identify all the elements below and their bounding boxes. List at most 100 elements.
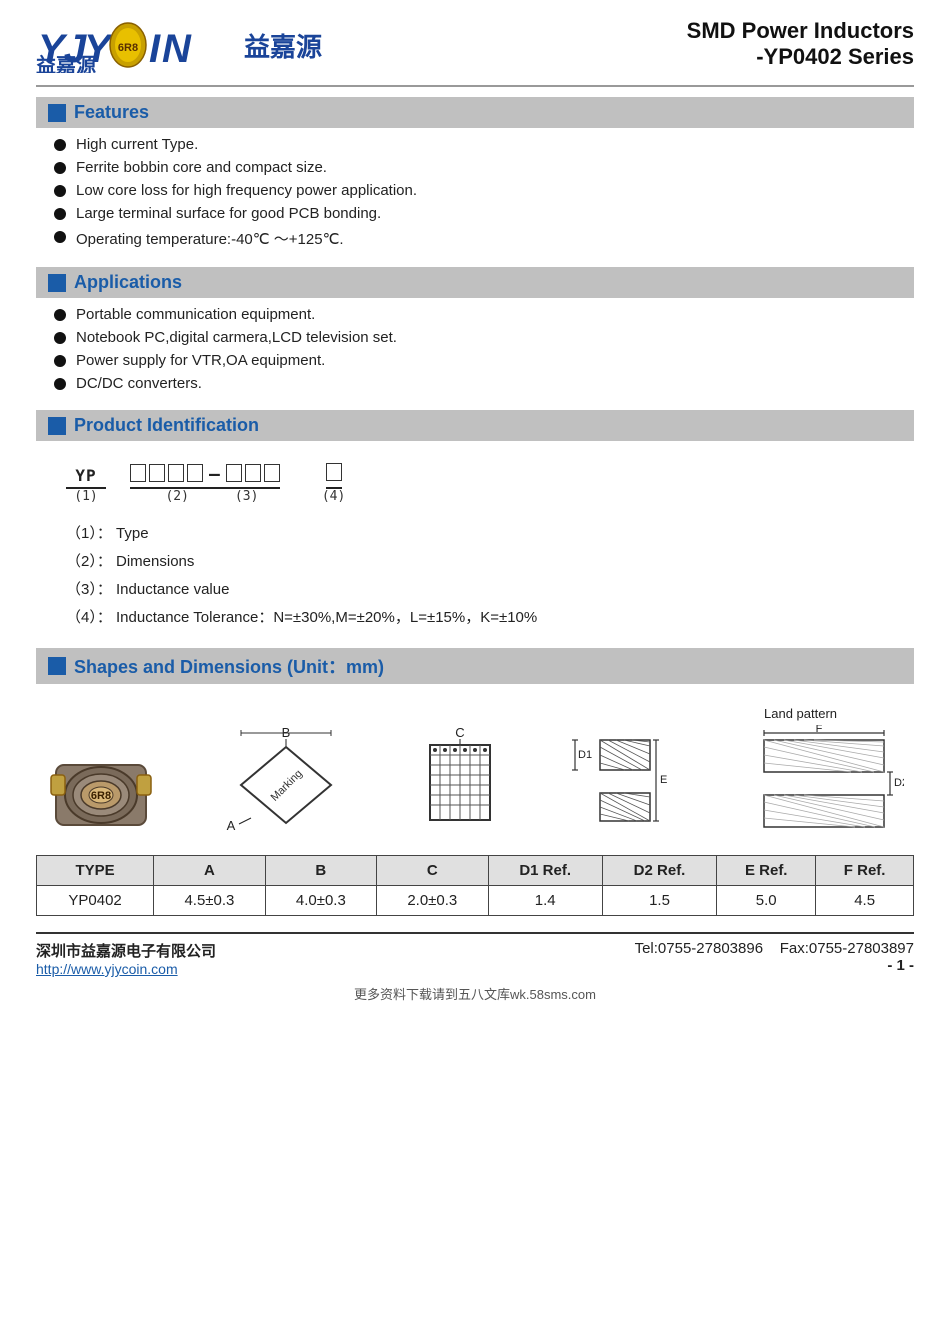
shapes-icon (48, 657, 66, 675)
svg-text:A: A (226, 818, 235, 833)
cell-b: 4.0±0.3 (265, 886, 376, 916)
footer-contact: Tel:0755-27803896 Fax:0755-27803897 (635, 940, 914, 957)
desc-item-3: （3）： Inductance value (66, 578, 914, 599)
footer-bottom-text: 更多资料下载请到五八文库wk.58sms.com (36, 984, 914, 1003)
features-icon (48, 104, 66, 122)
product-id-icon (48, 417, 66, 435)
title-main: SMD Power Inductors (687, 18, 914, 44)
page-header: Y J Y 6R8 I N 益嘉源 益嘉源 SMD Power Inductor… (36, 18, 914, 73)
logo-icon: Y J Y 6R8 I N 益嘉源 (36, 18, 236, 73)
footer-content: 深圳市益嘉源电子有限公司 http://www.yjycoin.com Tel:… (36, 940, 914, 978)
cell-c: 2.0±0.3 (377, 886, 488, 916)
svg-text:D1: D1 (578, 749, 592, 761)
box-char (187, 464, 203, 482)
list-item: Portable communication equipment. (54, 306, 914, 323)
side-view-svg: D1 E (570, 725, 680, 835)
svg-text:6R8: 6R8 (91, 790, 111, 802)
list-item: Large terminal surface for good PCB bond… (54, 205, 914, 222)
diamond-diagram: B Marking A (221, 725, 351, 835)
cross-section-diagram: C (415, 725, 505, 835)
inductor-svg: 6R8 (46, 745, 156, 835)
box-char (264, 464, 280, 482)
bullet-icon (54, 139, 66, 151)
applications-section-bar: Applications (36, 267, 914, 298)
cell-a: 4.5±0.3 (154, 886, 265, 916)
land-pattern-diagram: Land pattern F (744, 706, 904, 835)
list-item: Operating temperature:-40℃ ～+125℃. (54, 228, 914, 249)
applications-list: Portable communication equipment. Notebo… (54, 306, 914, 398)
box-char (130, 464, 146, 482)
diamond-svg: B Marking A (221, 725, 351, 835)
bullet-icon (54, 231, 66, 243)
cell-e: 5.0 (717, 886, 816, 916)
desc-item-4: （4）： Inductance Tolerance：N=±30%,M=±20%，… (66, 606, 914, 627)
footer-fax: Fax:0755-27803897 (780, 940, 914, 957)
bullet-icon (54, 162, 66, 174)
prod-id-part2: — (2) (3) (130, 464, 280, 504)
table-row: YP0402 4.5±0.3 4.0±0.3 2.0±0.3 1.4 1.5 5… (37, 886, 914, 916)
shapes-title: Shapes and Dimensions (Unit：mm) (74, 653, 384, 679)
footer-tel: Tel:0755-27803896 (635, 940, 763, 957)
col-header-type: TYPE (37, 856, 154, 886)
product-id-section-bar: Product Identification (36, 410, 914, 441)
box-char (245, 464, 261, 482)
bullet-icon (54, 355, 66, 367)
bullet-icon (54, 309, 66, 321)
inductor-photo: 6R8 (46, 745, 156, 835)
bullet-icon (54, 185, 66, 197)
svg-text:F: F (816, 725, 823, 735)
box-char (326, 463, 342, 481)
box-char (226, 464, 242, 482)
dimensions-table: TYPE A B C D1 Ref. D2 Ref. E Ref. F Ref.… (36, 855, 914, 916)
list-item: High current Type. (54, 136, 914, 153)
footer-page: - 1 - (635, 957, 914, 974)
svg-text:C: C (455, 725, 464, 740)
side-view-diagram: D1 E (570, 725, 680, 835)
shapes-section-bar: Shapes and Dimensions (Unit：mm) (36, 648, 914, 684)
land-pattern-svg: F (744, 725, 904, 835)
col-header-f: F Ref. (816, 856, 914, 886)
cross-section-svg: C (415, 725, 505, 835)
logo-cn-text: 益嘉源 (244, 27, 322, 64)
product-id-diagram: YP (1) — (2) (3) (66, 463, 914, 506)
logo-area: Y J Y 6R8 I N 益嘉源 益嘉源 (36, 18, 322, 73)
cell-type: YP0402 (37, 886, 154, 916)
svg-text:N: N (162, 27, 192, 71)
product-id-title: Product Identification (74, 415, 259, 436)
footer-company: 深圳市益嘉源电子有限公司 (36, 940, 216, 961)
cell-d2: 1.5 (602, 886, 716, 916)
box-char (149, 464, 165, 482)
footer: 深圳市益嘉源电子有限公司 http://www.yjycoin.com Tel:… (36, 932, 914, 1003)
features-title: Features (74, 102, 149, 123)
svg-text:E: E (660, 774, 667, 786)
footer-left: 深圳市益嘉源电子有限公司 http://www.yjycoin.com (36, 940, 216, 978)
product-id-desc-list: （1）： Type （2）： Dimensions （3）： Inductanc… (66, 522, 914, 634)
box-char (168, 464, 184, 482)
bullet-icon (54, 332, 66, 344)
col-header-a: A (154, 856, 265, 886)
cell-f: 4.5 (816, 886, 914, 916)
bullet-icon (54, 208, 66, 220)
title-sub: -YP0402 Series (687, 44, 914, 70)
svg-text:益嘉源: 益嘉源 (36, 53, 96, 73)
col-header-c: C (377, 856, 488, 886)
header-title: SMD Power Inductors -YP0402 Series (687, 18, 914, 70)
bullet-icon (54, 378, 66, 390)
list-item: Notebook PC,digital carmera,LCD televisi… (54, 329, 914, 346)
footer-divider (36, 932, 914, 934)
col-header-e: E Ref. (717, 856, 816, 886)
land-pattern-label: Land pattern (764, 706, 837, 721)
prod-id-part1: YP (1) (66, 466, 106, 504)
col-header-d2: D2 Ref. (602, 856, 716, 886)
col-header-b: B (265, 856, 376, 886)
svg-text:I: I (149, 27, 161, 71)
diagram-row: 6R8 B Marking A (36, 706, 914, 835)
svg-text:6R8: 6R8 (118, 42, 138, 54)
applications-title: Applications (74, 272, 182, 293)
footer-link[interactable]: http://www.yjycoin.com (36, 961, 178, 977)
features-section-bar: Features (36, 97, 914, 128)
list-item: Power supply for VTR,OA equipment. (54, 352, 914, 369)
applications-icon (48, 274, 66, 292)
list-item: Low core loss for high frequency power a… (54, 182, 914, 199)
svg-text:D2: D2 (894, 777, 904, 789)
